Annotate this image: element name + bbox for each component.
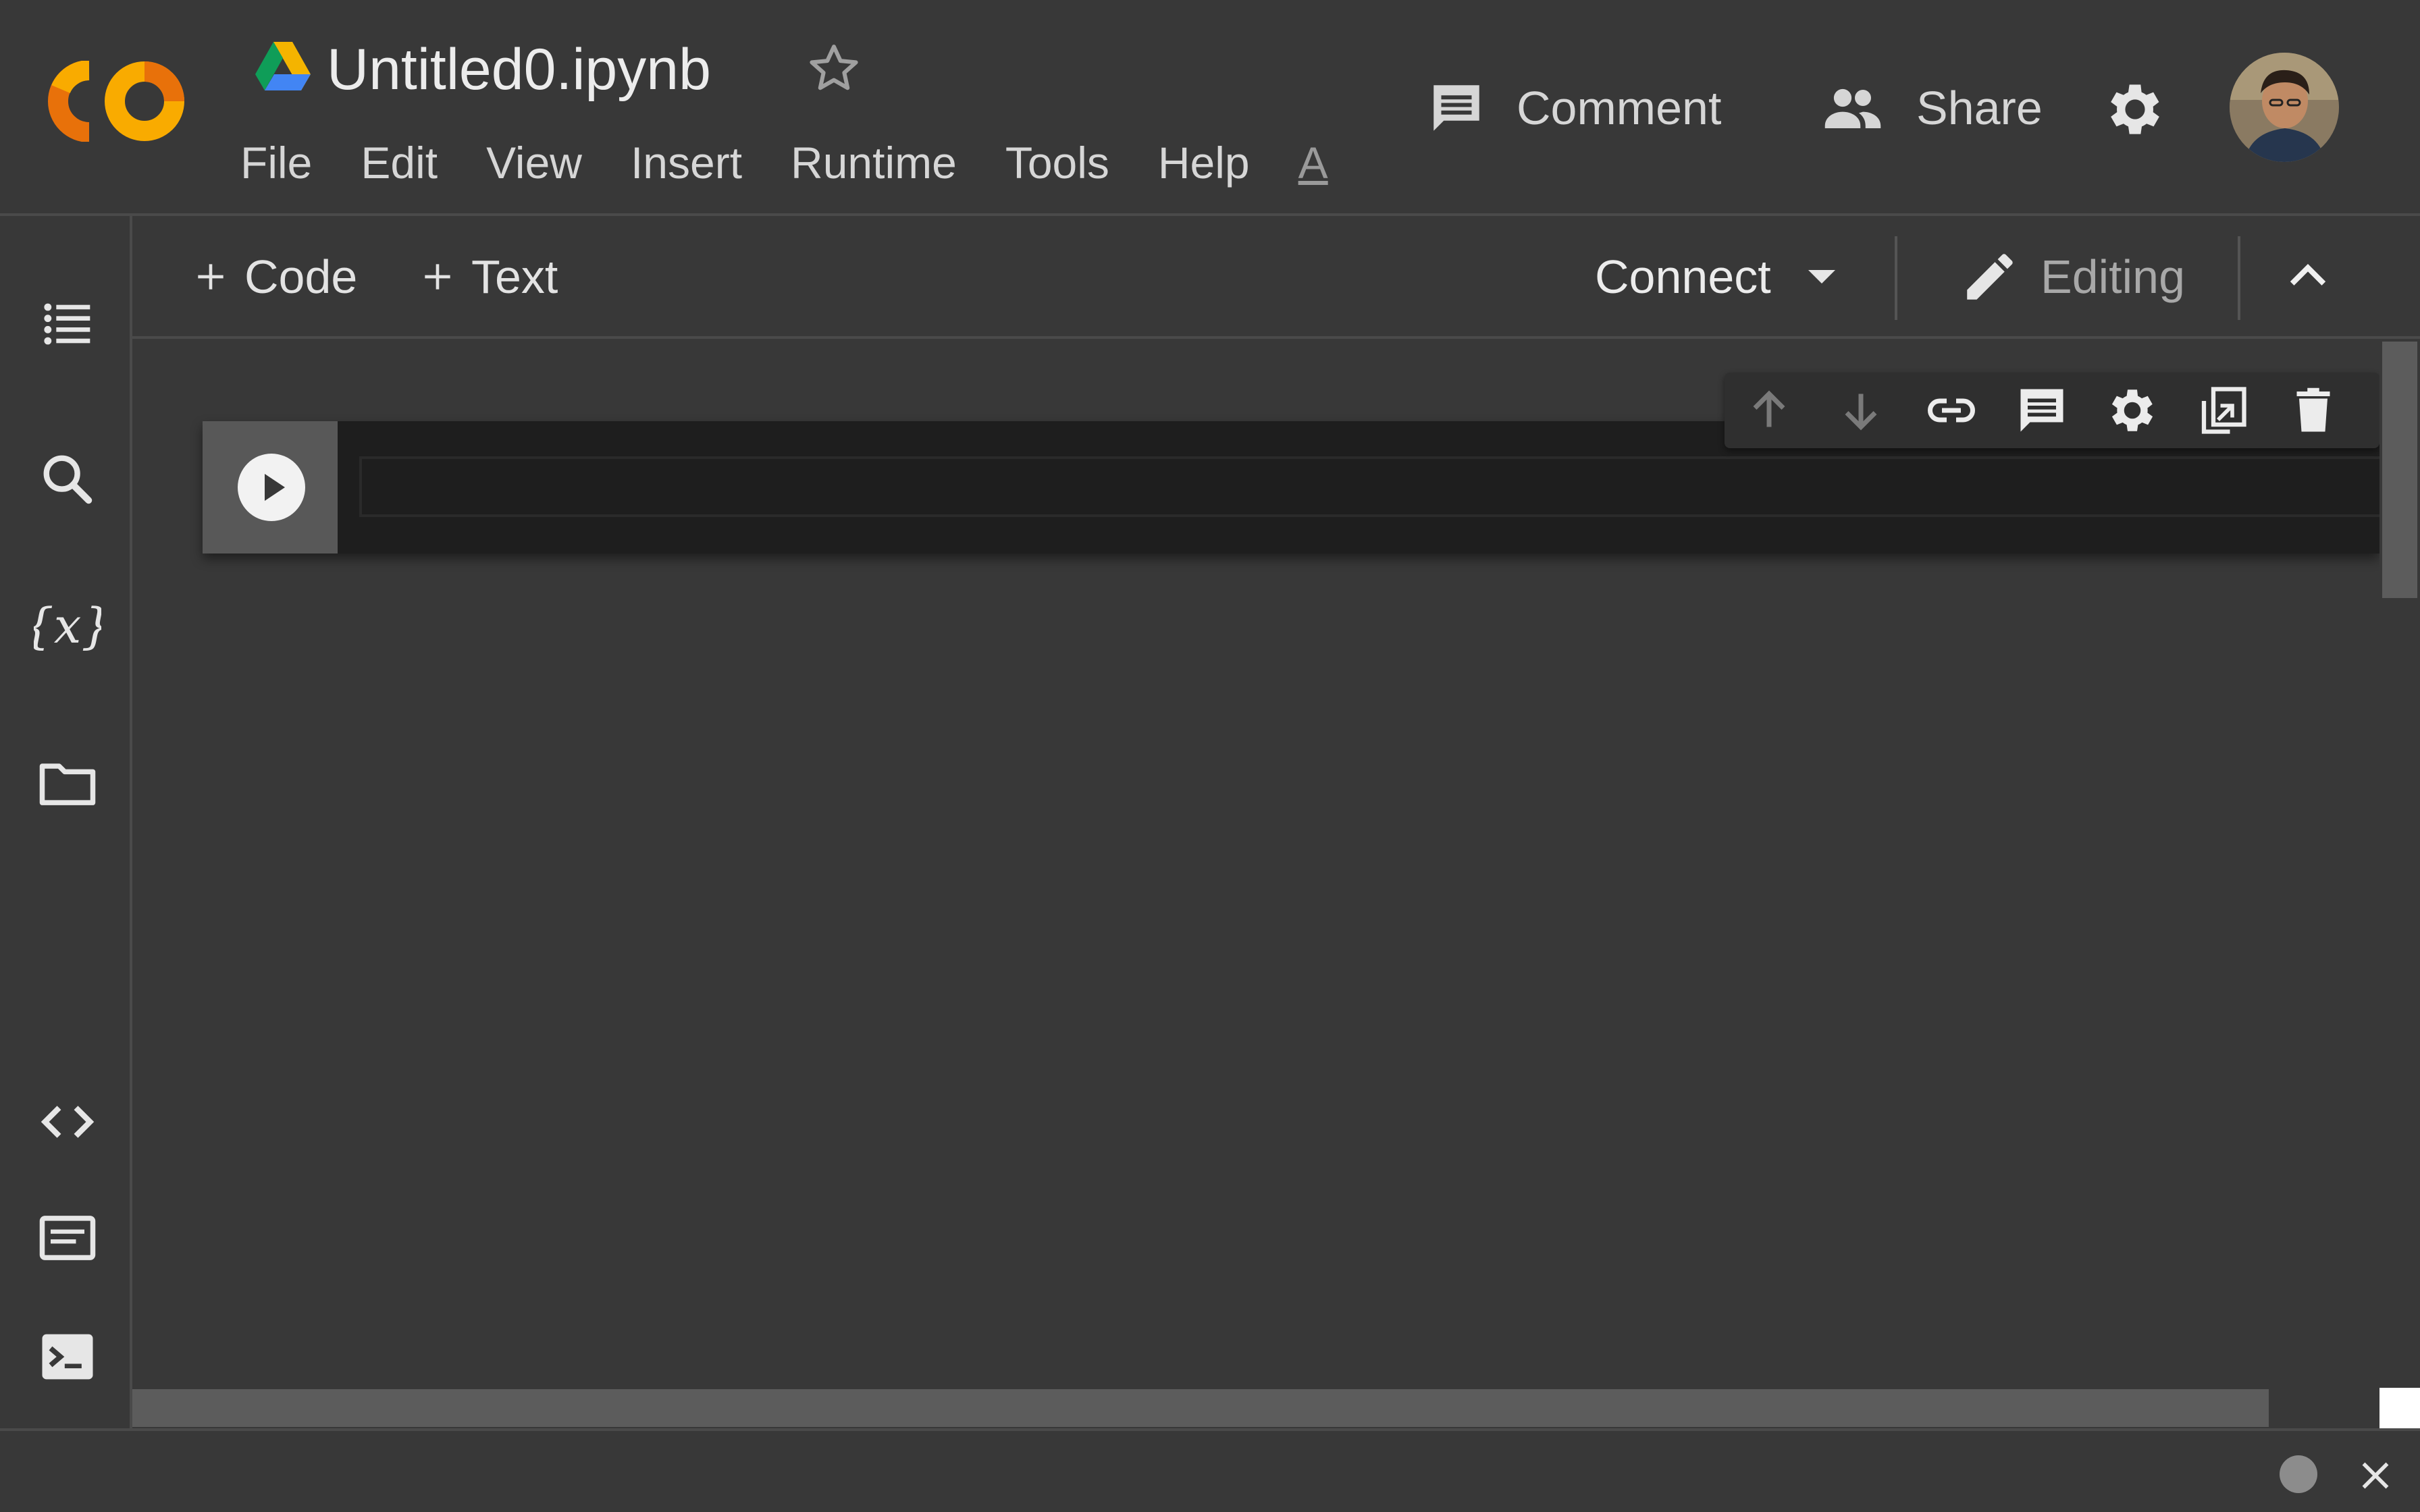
add-code-label: Code (244, 250, 358, 303)
files-folder-icon[interactable] (34, 749, 101, 817)
menu-runtime[interactable]: Runtime (766, 132, 981, 193)
connect-runtime-button[interactable]: Connect (1595, 243, 1839, 310)
menu-help[interactable]: Help (1134, 132, 1274, 193)
notebook-toolbar: Code Text Connect Editing (132, 216, 2420, 339)
mirror-cell-icon[interactable] (2194, 382, 2251, 439)
comment-icon (1426, 78, 1487, 138)
svg-text:{x}: {x} (34, 597, 101, 654)
comment-label: Comment (1517, 82, 1722, 134)
cell-toolbar (1725, 373, 2379, 448)
menu-insert[interactable]: Insert (606, 132, 766, 193)
run-cell-play-icon[interactable] (236, 452, 307, 522)
scroll-corner (2379, 1388, 2420, 1428)
add-code-cell-button[interactable]: Code (192, 243, 357, 310)
google-drive-icon (255, 42, 311, 90)
link-icon[interactable] (1923, 382, 1980, 439)
variables-icon[interactable]: {x} (34, 595, 101, 663)
share-button[interactable]: Share (1819, 74, 2043, 142)
app-header: Untitled0.ipynb File Edit View Insert Ru… (0, 0, 2420, 216)
notebook-title[interactable]: Untitled0.ipynb (327, 32, 711, 107)
user-avatar[interactable] (2230, 53, 2339, 162)
left-sidebar: {x} (0, 216, 132, 1428)
close-icon[interactable] (2355, 1455, 2396, 1496)
table-of-contents-icon[interactable] (34, 290, 101, 358)
colab-logo[interactable] (47, 61, 189, 142)
horizontal-scrollbar-thumb[interactable] (132, 1389, 2269, 1427)
add-text-label: Text (471, 250, 558, 303)
share-label: Share (1916, 82, 2043, 134)
terminal-icon[interactable] (34, 1323, 101, 1390)
settings-gear-icon[interactable] (2101, 76, 2169, 143)
move-cell-down-icon[interactable] (1833, 382, 1889, 439)
cell-settings-gear-icon[interactable] (2104, 382, 2161, 439)
move-cell-up-icon[interactable] (1741, 382, 1797, 439)
toolbar-divider (1895, 236, 1897, 320)
toolbar-divider (2238, 236, 2240, 320)
menu-bar: File Edit View Insert Runtime Tools Help… (240, 132, 1352, 193)
pencil-icon (1959, 246, 2020, 307)
editing-label: Editing (2041, 250, 2186, 303)
editing-mode-button[interactable]: Editing (1959, 243, 2185, 310)
plus-icon (419, 258, 456, 296)
add-text-cell-button[interactable]: Text (419, 243, 558, 310)
delete-trash-icon[interactable] (2285, 382, 2342, 439)
command-palette-icon[interactable] (34, 1204, 101, 1272)
status-bar (0, 1428, 2420, 1512)
menu-file[interactable]: File (240, 132, 336, 193)
search-icon[interactable] (34, 446, 101, 513)
menu-tools[interactable]: Tools (981, 132, 1134, 193)
menu-view[interactable]: View (462, 132, 606, 193)
connect-label: Connect (1595, 250, 1771, 303)
comment-button[interactable]: Comment (1426, 74, 1721, 142)
star-icon[interactable] (804, 38, 864, 99)
code-snippets-icon[interactable] (34, 1088, 101, 1156)
comment-icon[interactable] (2014, 382, 2070, 439)
cell-gutter (203, 421, 338, 554)
code-editor-input[interactable] (359, 456, 2382, 517)
vertical-scrollbar-thumb[interactable] (2382, 342, 2417, 598)
menu-edit[interactable]: Edit (336, 132, 462, 193)
accessibility-link[interactable]: A (1274, 132, 1352, 193)
chevron-down-icon[interactable] (1805, 267, 1839, 287)
plus-icon (192, 258, 230, 296)
people-icon (1819, 78, 1887, 138)
runtime-status-indicator[interactable] (2280, 1455, 2317, 1493)
chevron-up-icon[interactable] (2281, 250, 2335, 304)
